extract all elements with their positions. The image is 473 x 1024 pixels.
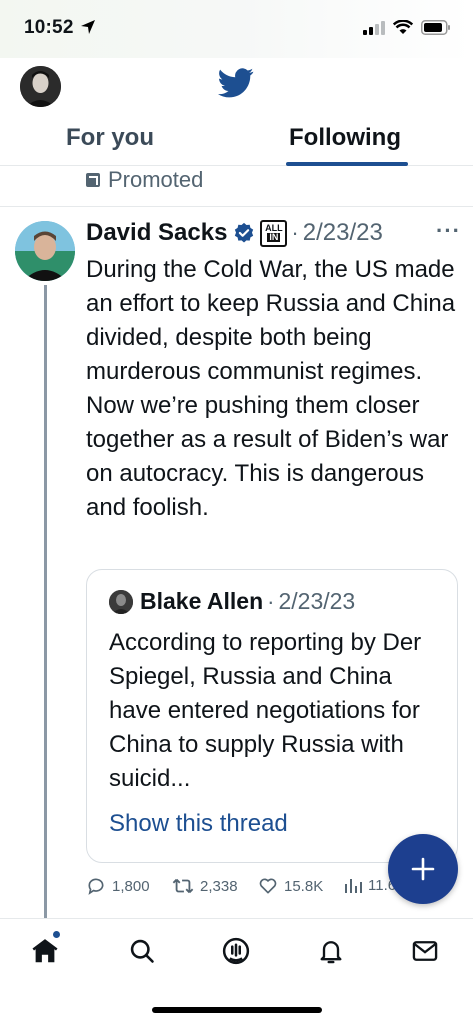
profile-avatar-button[interactable] xyxy=(20,66,61,107)
tweet-header: David Sacks ALL IN · 2/23/23 xyxy=(86,217,383,249)
tweet-author-avatar[interactable] xyxy=(15,221,75,281)
like-button[interactable]: 15.8K xyxy=(258,876,323,896)
nav-spaces[interactable] xyxy=(220,935,252,967)
tab-for-you[interactable]: For you xyxy=(66,124,154,152)
verified-badge-icon xyxy=(235,222,254,243)
retweet-button[interactable]: 2,338 xyxy=(172,876,238,896)
show-this-thread-link[interactable]: Show this thread xyxy=(109,810,288,838)
promoted-label: Promoted xyxy=(86,167,203,193)
home-indicator xyxy=(152,1007,322,1013)
tweet-divider xyxy=(0,206,473,207)
wifi-icon xyxy=(393,20,413,34)
separator-dot: · xyxy=(291,220,299,245)
quoted-author-avatar xyxy=(109,589,133,614)
more-options-icon[interactable]: ··· xyxy=(436,218,461,244)
author-avatar-image xyxy=(15,221,75,281)
heart-icon xyxy=(259,878,277,894)
quoted-tweet-header: Blake Allen · 2/23/23 xyxy=(109,588,355,615)
spaces-icon xyxy=(222,937,250,965)
views-button[interactable]: 11.6 xyxy=(344,876,396,894)
tweet-text: During the Cold War, the US made an effo… xyxy=(86,256,456,521)
twitter-logo-icon[interactable] xyxy=(218,68,254,98)
status-time: 10:52 xyxy=(24,17,74,38)
location-arrow-icon xyxy=(81,20,95,34)
quoted-tweet-card[interactable]: Blake Allen · 2/23/23 According to repor… xyxy=(86,569,458,863)
reply-count: 1,800 xyxy=(112,877,150,895)
promoted-icon xyxy=(86,173,100,187)
battery-icon xyxy=(421,20,450,35)
nav-search[interactable] xyxy=(126,935,158,967)
compose-tweet-button[interactable] xyxy=(388,834,458,904)
tweet-author-name[interactable]: David Sacks xyxy=(86,219,227,247)
retweet-count: 2,338 xyxy=(200,877,238,895)
status-bar: 10:52 xyxy=(0,0,473,58)
cellular-signal-icon xyxy=(363,20,385,35)
plus-icon xyxy=(411,857,435,881)
reply-icon xyxy=(88,878,104,895)
tab-following[interactable]: Following xyxy=(289,124,401,152)
affiliate-badge-bottom: IN xyxy=(267,232,281,242)
messages-icon xyxy=(412,941,438,961)
home-notification-dot xyxy=(53,931,60,938)
nav-messages[interactable] xyxy=(409,935,441,967)
nav-home[interactable] xyxy=(29,935,61,967)
status-indicators xyxy=(363,20,451,35)
like-count: 15.8K xyxy=(284,877,324,895)
tweet-date[interactable]: 2/23/23 xyxy=(303,219,383,247)
quoted-tweet-text: According to reporting by Der Spiegel, R… xyxy=(109,629,422,792)
search-icon xyxy=(130,939,154,963)
reply-button[interactable]: 1,800 xyxy=(86,876,150,896)
nav-notifications[interactable] xyxy=(315,935,347,967)
timeline-header: For you Following xyxy=(0,58,473,166)
home-icon xyxy=(32,939,58,963)
active-tab-indicator xyxy=(286,162,408,166)
retweet-icon xyxy=(172,878,194,894)
quoted-tweet-date: 2/23/23 xyxy=(278,588,356,614)
thread-line xyxy=(44,285,47,919)
quoted-author-name: Blake Allen xyxy=(140,588,264,614)
avatar-image xyxy=(20,66,61,107)
notifications-icon xyxy=(320,941,342,964)
views-chart-icon xyxy=(345,879,362,893)
affiliate-badge[interactable]: ALL IN xyxy=(260,219,288,247)
quoted-separator-dot: · xyxy=(267,588,275,614)
promoted-text: Promoted xyxy=(108,167,204,192)
